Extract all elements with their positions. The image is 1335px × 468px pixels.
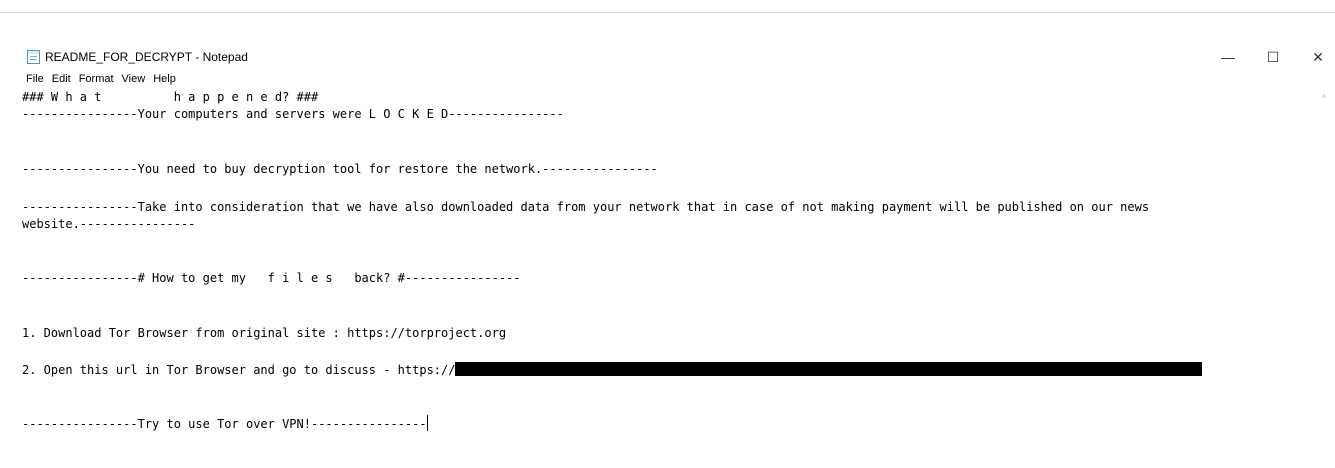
menu-format[interactable]: Format bbox=[79, 70, 114, 88]
desktop-top-strip bbox=[0, 0, 1335, 13]
close-button[interactable]: ✕ bbox=[1301, 44, 1335, 70]
text-caret bbox=[426, 415, 428, 431]
document-line-with-caret: ----------------Try to use Tor over VPN!… bbox=[22, 415, 428, 434]
redacted-url-block bbox=[455, 362, 1203, 376]
document-line: website.---------------- bbox=[22, 217, 196, 231]
vertical-scrollbar[interactable]: ^ bbox=[1318, 88, 1335, 468]
title-bar[interactable]: README_FOR_DECRYPT - Notepad — ☐ ✕ bbox=[0, 44, 1335, 70]
document-line: 1. Download Tor Browser from original si… bbox=[22, 326, 507, 340]
document-line: ----------------# How to get my f i l e … bbox=[22, 271, 521, 285]
document-line: ----------------Your computers and serve… bbox=[22, 107, 564, 121]
scroll-up-arrow-icon[interactable]: ^ bbox=[1322, 94, 1326, 103]
window-title: README_FOR_DECRYPT - Notepad bbox=[45, 50, 248, 64]
document-line: ----------------You need to buy decrypti… bbox=[22, 162, 658, 176]
maximize-button[interactable]: ☐ bbox=[1256, 44, 1290, 70]
last-line-text: ----------------Try to use Tor over VPN!… bbox=[22, 417, 427, 431]
menu-view[interactable]: View bbox=[122, 70, 146, 88]
text-editor[interactable]: ### W h a t h a p p e n e d? ### -------… bbox=[18, 88, 1318, 468]
menu-bar: File Edit Format View Help bbox=[0, 70, 1335, 88]
url-line-text: 2. Open this url in Tor Browser and go t… bbox=[22, 363, 456, 377]
menu-file[interactable]: File bbox=[26, 70, 44, 88]
menu-help[interactable]: Help bbox=[153, 70, 176, 88]
menu-edit[interactable]: Edit bbox=[52, 70, 71, 88]
notepad-icon bbox=[27, 50, 40, 64]
document-line-with-redaction: 2. Open this url in Tor Browser and go t… bbox=[22, 361, 1203, 380]
minimize-button[interactable]: — bbox=[1211, 44, 1245, 70]
